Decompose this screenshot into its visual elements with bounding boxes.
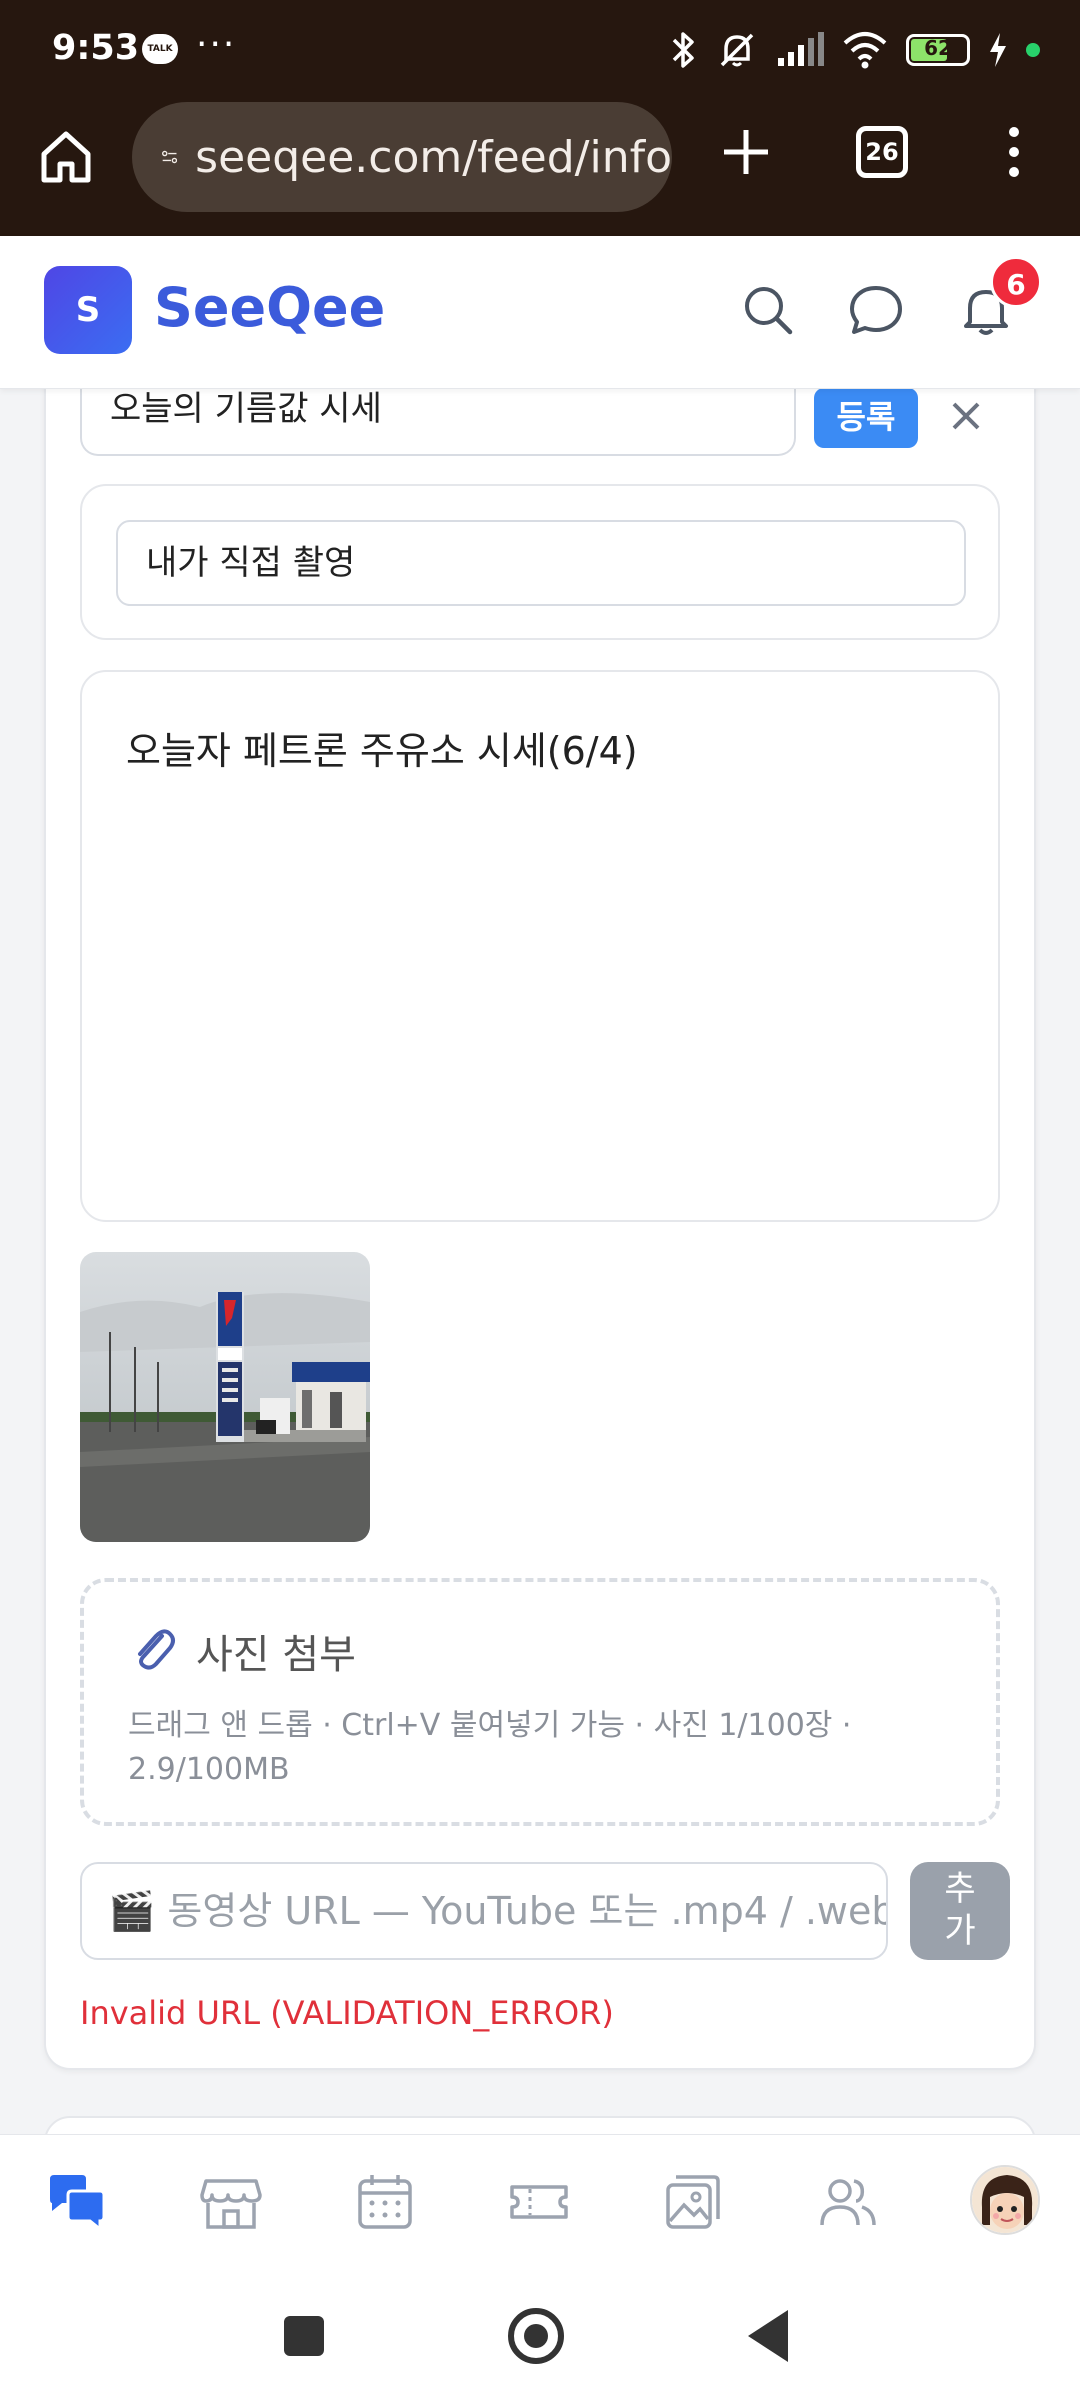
profile-avatar[interactable]: [970, 2165, 1040, 2235]
content-text: 오늘자 페트론 주유소 시세(6/4): [126, 729, 638, 773]
status-time: 9:53: [52, 28, 140, 68]
source-section: 내가 직접 촬영: [80, 484, 1000, 640]
nav-feed-icon[interactable]: [44, 2169, 110, 2235]
chat-icon[interactable]: [846, 280, 906, 340]
privacy-indicator-icon: [1026, 43, 1040, 57]
system-nav-bar: [0, 2270, 1080, 2400]
url-text[interactable]: seeqee.com/feed/info: [195, 132, 672, 183]
close-icon[interactable]: [948, 398, 984, 434]
nav-store-icon[interactable]: [198, 2169, 264, 2235]
mute-icon: [720, 33, 754, 67]
bottom-nav: [0, 2134, 1080, 2270]
battery-level: 62: [924, 36, 952, 60]
status-icons: 62: [668, 28, 1040, 72]
brand-name[interactable]: SeeQee: [154, 276, 385, 339]
photo-upload-dropzone[interactable]: 사진 첨부 드래그 앤 드롭 · Ctrl+V 붙여넣기 가능 · 사진 1/1…: [80, 1578, 1000, 1826]
status-bar: 9:53 TALK ··· 62: [0, 0, 1080, 100]
bluetooth-icon: [672, 32, 694, 68]
source-input[interactable]: 내가 직접 촬영: [116, 520, 966, 606]
app-header: S SeeQee 6: [0, 236, 1080, 389]
photo-upload-note: 드래그 앤 드롭 · Ctrl+V 붙여넣기 가능 · 사진 1/100장 · …: [128, 1708, 852, 1787]
app-logo[interactable]: S: [44, 266, 132, 354]
battery-icon: 62: [906, 34, 970, 66]
video-url-input[interactable]: 🎬 동영상 URL — YouTube 또는 .mp4 / .webm: [80, 1862, 888, 1960]
recents-button[interactable]: [284, 2316, 324, 2356]
back-button[interactable]: [748, 2310, 788, 2362]
avatar-image: [972, 2167, 1038, 2233]
notification-badge: 6: [990, 256, 1042, 308]
more-notifications-icon: ···: [196, 24, 237, 65]
talk-notification-icon: TALK: [142, 34, 178, 64]
nav-gallery-icon[interactable]: [660, 2169, 726, 2235]
nav-ticket-icon[interactable]: [506, 2169, 572, 2235]
home-icon[interactable]: [36, 126, 96, 186]
validation-error-message: Invalid URL (VALIDATION_ERROR): [80, 1994, 614, 2032]
nav-people-icon[interactable]: [814, 2169, 880, 2235]
signal-icon: [778, 32, 824, 66]
gas-station-photo: [80, 1252, 370, 1542]
url-bar[interactable]: seeqee.com/feed/info: [132, 102, 672, 212]
charging-icon: [990, 33, 1006, 67]
attached-photo-thumbnail[interactable]: [80, 1252, 370, 1542]
photo-upload-title: 사진 첨부: [196, 1632, 356, 1678]
site-settings-icon[interactable]: [162, 137, 178, 177]
nav-calendar-icon[interactable]: [352, 2169, 418, 2235]
post-title-input[interactable]: 오늘의 기름값 시세: [80, 382, 796, 456]
search-icon[interactable]: [738, 280, 798, 340]
submit-button[interactable]: 등록: [814, 388, 918, 448]
browser-toolbar: seeqee.com/feed/info 26: [0, 100, 1080, 236]
browser-menu-icon[interactable]: [1000, 122, 1028, 182]
content-textarea[interactable]: 오늘자 페트론 주유소 시세(6/4): [80, 670, 1000, 1222]
add-video-button[interactable]: 추가: [910, 1862, 1010, 1960]
new-tab-icon[interactable]: [716, 122, 776, 182]
paperclip-icon: [138, 1629, 175, 1670]
home-button[interactable]: [508, 2308, 564, 2364]
tab-switcher-button[interactable]: 26: [856, 126, 908, 178]
wifi-icon: [843, 32, 887, 69]
